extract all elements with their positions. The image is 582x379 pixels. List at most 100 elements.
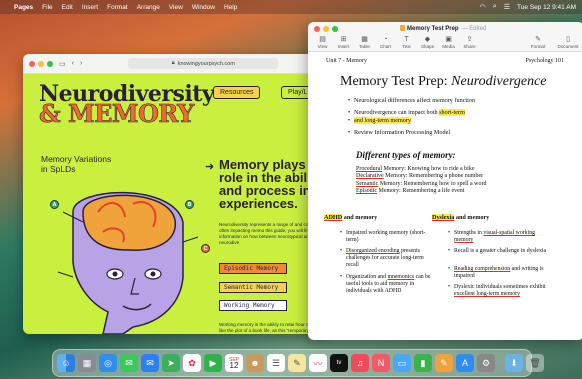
subtitle-line-1: Memory Variations xyxy=(41,154,112,164)
type-episodic: Episodic Memory: Remembering a life even… xyxy=(356,188,465,195)
downloads-folder-icon[interactable]: ⬇ xyxy=(505,354,523,372)
mail-icon[interactable]: ✉ xyxy=(141,354,159,372)
keynote-icon[interactable]: ▭ xyxy=(393,354,411,372)
window-controls xyxy=(29,60,53,67)
adhd-item-1: Impaired working memory (short-term) xyxy=(340,230,426,244)
types-heading: Different types of memory: xyxy=(356,150,456,160)
shape-button[interactable]: ◆ Shape xyxy=(417,35,438,49)
numbers-icon[interactable]: ▮ xyxy=(414,354,432,372)
insert-icon: ⊞ xyxy=(340,36,347,43)
maps-icon[interactable]: ➤ xyxy=(162,354,180,372)
close-button[interactable] xyxy=(314,26,320,32)
memory-types-list: Procedural Memory: Knowing how to ride a… xyxy=(356,166,486,196)
trash-icon[interactable]: 🗑︎ xyxy=(526,354,544,372)
control-center-icon[interactable]: ☰ xyxy=(504,3,510,11)
calendar-icon[interactable]: SEP 12 xyxy=(225,354,243,372)
view-button[interactable]: ▤ View xyxy=(312,35,333,49)
zoom-button[interactable] xyxy=(47,60,53,67)
insert-button[interactable]: ⊞ Insert xyxy=(333,35,354,49)
menu-arrange[interactable]: Arrange xyxy=(137,4,160,11)
notes-icon[interactable]: ✎ xyxy=(288,354,306,372)
minimize-button[interactable] xyxy=(323,26,329,32)
address-bar[interactable]: 🔒︎ knowingyourpsych.com xyxy=(128,58,279,69)
wifi-icon[interactable]: ◠ xyxy=(480,3,486,11)
minimize-button[interactable] xyxy=(38,60,44,67)
view-icon: ▤ xyxy=(319,36,326,43)
logo-line-2: & MEMORY xyxy=(39,99,195,128)
app-store-icon[interactable]: A xyxy=(456,354,474,372)
adhd-heading: ADHD and memory xyxy=(324,214,378,221)
search-icon[interactable]: ⌕ xyxy=(493,3,497,11)
text-button[interactable]: T Text xyxy=(396,35,417,49)
pages-document-icon xyxy=(400,25,405,31)
menu-help[interactable]: Help xyxy=(224,4,237,11)
safari-icon[interactable]: ◎ xyxy=(99,354,117,372)
zoom-button[interactable] xyxy=(332,26,338,32)
shape-icon: ◆ xyxy=(424,36,431,43)
chart-button[interactable]: ◔ Chart xyxy=(375,35,396,49)
marker-b[interactable]: B xyxy=(185,200,194,209)
header-right: Psychology 101 xyxy=(525,58,564,64)
url-text: knowingyourpsych.com xyxy=(177,60,235,67)
episodic-memory-button[interactable]: Episodic Memory xyxy=(219,263,287,274)
facetime-icon[interactable]: ▶ xyxy=(204,354,222,372)
type-procedural: Procedural Memory: Knowing how to ride a… xyxy=(356,166,475,172)
table-button[interactable]: ▦ Table xyxy=(354,35,375,49)
nav-resources[interactable]: Resources xyxy=(213,86,261,99)
document-title[interactable]: Memory Test Prep — Edited xyxy=(400,25,486,32)
freeform-icon[interactable]: 〰 xyxy=(309,354,327,372)
site-logo[interactable]: Neurodiversity & MEMORY xyxy=(39,83,215,128)
menu-clock[interactable]: Tue Sep 12 9:41 AM xyxy=(517,4,576,11)
media-icon: ▣ xyxy=(445,36,452,43)
photos-icon[interactable]: ✿ xyxy=(183,354,201,372)
marker-c[interactable]: C xyxy=(201,244,210,253)
dyslexia-item-1: Strengths in visual-spatial working memo… xyxy=(448,230,554,244)
bullet-3: Review Information Processing Model xyxy=(348,129,450,137)
media-button[interactable]: ▣ Media xyxy=(438,35,459,49)
working-memory-button[interactable]: Working Memory xyxy=(219,300,287,311)
menu-view[interactable]: View xyxy=(169,4,183,11)
contacts-icon[interactable]: ☻ xyxy=(246,354,264,372)
menu-format[interactable]: Format xyxy=(107,4,128,11)
menu-pages[interactable]: Pages xyxy=(14,4,33,11)
reminders-icon[interactable]: ☰ xyxy=(267,354,285,372)
system-settings-icon[interactable]: ⚙ xyxy=(477,354,495,372)
menu-bar: Pages File Edit Insert Format Arrange Vi… xyxy=(0,0,582,14)
bullet-1: Neurological differences affect memory f… xyxy=(348,97,475,105)
menu-edit[interactable]: Edit xyxy=(62,4,73,11)
dyslexia-item-4: Dyslexic individuals sometimes exhibit e… xyxy=(448,284,554,298)
forward-icon[interactable]: › xyxy=(80,60,82,67)
share-icon: ⇪ xyxy=(466,36,473,43)
document-button[interactable]: ▯ Document xyxy=(556,35,580,49)
menu-file[interactable]: File xyxy=(42,4,52,11)
bullet-2: Neurodivergence can impact both short-te… xyxy=(348,109,465,117)
apple-tv-icon[interactable]: tv xyxy=(330,354,348,372)
close-button[interactable] xyxy=(29,60,35,67)
messages-icon[interactable]: ✉ xyxy=(120,354,138,372)
arrow-right-icon: ➜ xyxy=(205,161,215,173)
lock-icon: 🔒︎ xyxy=(171,60,175,66)
music-icon[interactable]: ♫ xyxy=(351,354,369,372)
menu-insert[interactable]: Insert xyxy=(82,4,98,11)
menu-extras: ◠ ⌕ ☰ Tue Sep 12 9:41 AM xyxy=(480,3,576,11)
toolbar-left: ▤ View ⊞ Insert ▦ Table ◔ Chart T Text ◆ Shape… xyxy=(312,35,480,49)
finder-icon[interactable]: ☺ xyxy=(57,354,75,372)
marker-a[interactable]: A xyxy=(50,200,59,209)
adhd-item-2: Disorganized encoding presents challenge… xyxy=(340,248,436,269)
subtitle-line-2: in SpLDs xyxy=(41,164,76,174)
dyslexia-heading: Dyslexia and memory xyxy=(432,214,490,221)
menu-window[interactable]: Window xyxy=(192,4,215,11)
dock: ☺ ▦ ◎ ✉ ✉ ➤ ✿ ▶ SEP 12 ☻ ☰ ✎ 〰 tv ♫ N ▭ ▮… xyxy=(52,349,544,377)
sidebar-icon[interactable]: ▭ xyxy=(59,60,66,68)
brain-illustration xyxy=(57,191,199,334)
news-icon[interactable]: N xyxy=(372,354,390,372)
launchpad-icon[interactable]: ▦ xyxy=(78,354,96,372)
pages-icon[interactable]: ✎ xyxy=(435,354,453,372)
pages-window: Memory Test Prep — Edited ▤ View ⊞ Insert ▦… xyxy=(308,22,582,340)
back-icon[interactable]: ‹ xyxy=(72,60,74,67)
format-button[interactable]: ✎ Format xyxy=(526,35,550,49)
semantic-memory-button[interactable]: Semantic Memory xyxy=(219,282,287,293)
share-button[interactable]: ⇪ Share xyxy=(459,35,480,49)
pages-toolbar: Memory Test Prep — Edited ▤ View ⊞ Insert ▦… xyxy=(308,22,582,52)
type-declarative: Declarative Memory: Remembering a phone … xyxy=(356,173,484,180)
